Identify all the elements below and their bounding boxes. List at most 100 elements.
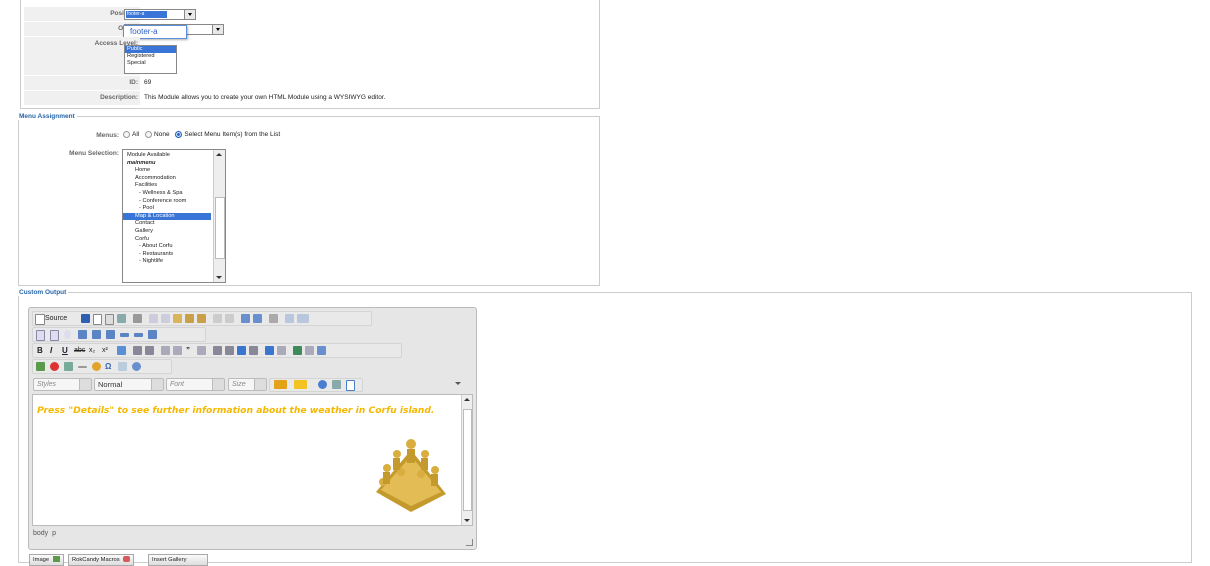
preview-icon[interactable] [105,314,114,325]
bold-icon[interactable]: B [37,345,43,356]
textfield-icon[interactable] [78,330,87,339]
menu-item[interactable]: Contact [123,220,211,228]
table-icon[interactable] [64,362,73,371]
menu-item[interactable]: - Pool [123,205,211,213]
menu-item[interactable]: - Conference room [123,198,211,206]
editor-content-area[interactable]: Press "Details" to see further informati… [32,394,473,526]
subscript-icon[interactable]: x₂ [89,345,95,356]
strike-icon[interactable]: abc [74,345,85,356]
copy-icon[interactable] [161,314,170,323]
templates-icon[interactable] [133,314,142,323]
paste-icon[interactable] [173,314,182,323]
undo-icon[interactable] [213,314,222,323]
chevron-down-icon[interactable] [254,379,266,390]
chevron-down-icon[interactable] [212,25,223,34]
anchor-icon[interactable] [317,346,326,355]
access-level-list[interactable]: Public Registered Special [124,45,177,74]
image-icon[interactable] [36,362,45,371]
menu-list-scrollbar[interactable] [213,150,225,282]
access-option-public[interactable]: Public [125,46,176,53]
form-icon[interactable] [36,330,45,341]
radio-none[interactable] [145,131,153,138]
access-option-special[interactable]: Special [125,60,176,67]
scroll-up-icon[interactable] [216,153,222,156]
menu-item[interactable]: - About Corfu [123,243,211,251]
radio-all[interactable] [123,131,130,138]
scroll-down-icon[interactable] [216,276,222,279]
blockquote-icon[interactable]: ” [186,345,190,356]
text-color-icon[interactable] [274,380,287,389]
indent-icon[interactable] [173,346,182,355]
image-button[interactable]: Image [29,554,64,566]
unlink-icon[interactable] [305,346,314,355]
outdent-icon[interactable] [161,346,170,355]
size-combo[interactable]: Size [228,378,267,391]
resize-handle-icon[interactable] [466,539,473,546]
select-field-icon[interactable] [106,330,115,339]
editor-element-path[interactable]: body p [33,530,56,537]
link-icon[interactable] [293,346,302,355]
numbered-list-icon[interactable] [133,346,142,355]
styles-combo[interactable]: Styles [33,378,92,391]
align-center-icon[interactable] [225,346,234,355]
rtl-icon[interactable] [277,346,286,355]
source-icon[interactable] [35,314,45,325]
scroll-up-icon[interactable] [464,398,470,401]
radio-icon[interactable] [64,330,71,339]
special-char-icon[interactable]: Ω [105,361,111,372]
menu-item[interactable]: Map & Location [123,212,211,221]
menu-item[interactable]: Gallery [123,228,211,236]
find-icon[interactable] [241,314,250,323]
font-combo[interactable]: Font [166,378,225,391]
source-button[interactable]: Source [45,313,67,324]
scroll-thumb[interactable] [215,197,225,259]
menu-selection-list[interactable]: Module Available mainmenu Home Accommodatio… [122,149,226,283]
scayt-icon[interactable] [297,314,309,323]
menu-item[interactable]: mainmenu [123,160,211,168]
print-icon[interactable] [117,314,126,323]
smiley-icon[interactable] [92,362,101,371]
replace-icon[interactable] [253,314,262,323]
iframe-icon[interactable] [132,362,141,371]
maximize-icon[interactable] [318,380,327,389]
editor-scrollbar[interactable] [461,395,472,525]
chevron-down-icon[interactable] [151,379,163,390]
image-button-icon[interactable] [134,333,143,337]
select-all-icon[interactable] [269,314,278,323]
radio-select-items[interactable] [175,131,183,138]
cut-icon[interactable] [149,314,158,323]
scroll-thumb[interactable] [463,409,472,511]
horizontal-rule-icon[interactable] [78,366,87,368]
new-page-icon[interactable] [93,314,102,325]
div-icon[interactable] [197,346,206,355]
paste-word-icon[interactable] [197,314,206,323]
format-combo[interactable]: Normal [94,378,164,391]
scroll-down-icon[interactable] [464,519,470,522]
menu-item[interactable]: Module Available [123,152,211,160]
menu-item[interactable]: - Nightlife [123,258,211,266]
hidden-field-icon[interactable] [148,330,157,339]
bg-color-icon[interactable] [294,380,307,389]
access-option-registered[interactable]: Registered [125,53,176,60]
rokcandy-macros-button[interactable]: RokCandy Macros [68,554,135,566]
save-icon[interactable] [81,314,90,323]
bulleted-list-icon[interactable] [145,346,154,355]
menu-item[interactable]: Facilities [123,182,211,190]
superscript-icon[interactable]: x² [102,345,108,356]
about-icon[interactable] [346,380,355,391]
showblocks-icon[interactable] [332,380,341,389]
chevron-down-icon[interactable] [184,10,195,19]
menu-item[interactable]: - Restaurants [123,251,211,259]
checkbox-icon[interactable] [50,330,59,341]
editor-content-text[interactable]: Press "Details" to see further informati… [37,405,434,416]
textarea-icon[interactable] [92,330,101,339]
flash-icon[interactable] [50,362,59,371]
align-right-icon[interactable] [237,346,246,355]
button-field-icon[interactable] [120,333,129,337]
chevron-down-icon[interactable] [79,379,91,390]
menu-item[interactable]: Corfu [123,236,211,244]
toolbar-collapse-icon[interactable] [455,382,461,385]
spellcheck-icon[interactable] [285,314,294,323]
menu-item[interactable]: - Wellness & Spa [123,190,211,198]
position-select[interactable]: footer-a [124,9,196,20]
